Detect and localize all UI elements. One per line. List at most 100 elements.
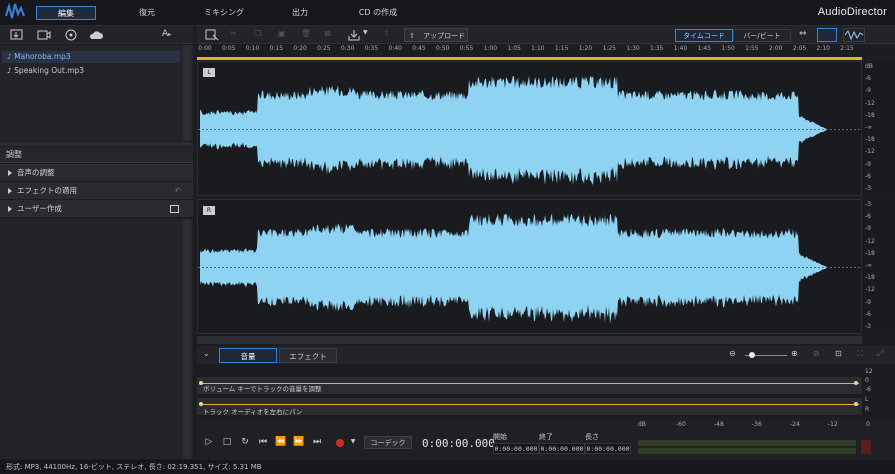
- play-icon[interactable]: ▷: [203, 436, 215, 448]
- add-preset-icon[interactable]: [170, 205, 179, 213]
- clip-indicator[interactable]: [861, 440, 871, 454]
- media-item[interactable]: ♪ Speaking Out.mp3: [7, 65, 84, 77]
- cut-icon[interactable]: ✂: [230, 29, 237, 38]
- section-apply-effect[interactable]: エフェクトの適用 ↶: [0, 182, 193, 200]
- copy-icon[interactable]: ❐: [254, 29, 261, 38]
- tab-mixing[interactable]: ミキシング: [196, 6, 252, 20]
- bar-beat-button[interactable]: バー/ビート: [733, 29, 791, 42]
- section-label: ユーザー作成: [17, 204, 62, 213]
- cloud-icon[interactable]: [89, 29, 103, 41]
- ruler-label: 2:10: [816, 45, 830, 52]
- tab-volume[interactable]: 音量: [219, 348, 277, 363]
- upload-button[interactable]: ⇧ アップロード: [404, 28, 468, 42]
- go-end-icon[interactable]: ⏭: [311, 436, 323, 448]
- media-library: ♪ Mahoroba.mp3 ♪ Speaking Out.mp3: [0, 45, 193, 141]
- length-field[interactable]: 0:00:00.000: [585, 443, 631, 454]
- waveform-shape: [200, 213, 860, 324]
- tab-restore[interactable]: 復元: [124, 6, 170, 20]
- timeline-scrollbar[interactable]: [197, 336, 862, 344]
- ruler-label: 2:05: [792, 45, 807, 52]
- zoom-selection-icon[interactable]: ⊘: [813, 349, 820, 358]
- playhead-time: 0:00:00.000: [422, 437, 495, 450]
- codec-button[interactable]: コーデック: [364, 436, 412, 449]
- ruler-label: 1:30: [626, 45, 640, 52]
- db-label: -∞: [865, 124, 873, 131]
- zoom-out-icon[interactable]: ⊖: [729, 349, 736, 358]
- ruler-label: 0:35: [364, 45, 379, 52]
- db-label: -6: [865, 75, 871, 83]
- fast-forward-icon[interactable]: ⏩: [293, 436, 305, 448]
- start-time-field[interactable]: 0:00:00.000: [493, 443, 539, 454]
- db-label: -12: [865, 286, 875, 294]
- end-label: 終了: [539, 433, 553, 441]
- selection-bar[interactable]: [197, 57, 862, 60]
- spectral-view-icon[interactable]: [817, 28, 837, 42]
- envelope-point[interactable]: [854, 381, 858, 385]
- pane-splitter[interactable]: [0, 142, 193, 146]
- pan-envelope-lane[interactable]: トラック オーディオを左右にパン: [197, 398, 862, 416]
- undo-icon[interactable]: ↶: [175, 182, 181, 200]
- media-scrollbar[interactable]: [183, 45, 191, 141]
- waveform-shape: [200, 75, 860, 185]
- ruler-label: 0:15: [269, 45, 284, 52]
- meter-label: 0: [866, 421, 870, 428]
- record-options-icon[interactable]: ▼: [347, 436, 359, 448]
- ruler-label: 0:30: [340, 45, 355, 52]
- db-scale-right: -3 -6 -9 -12 -18 -∞ -18 -12 -9 -6 -3: [862, 199, 895, 334]
- meter-label: -36: [752, 421, 762, 428]
- volume-envelope-lane[interactable]: ボリューム キーでトラックの音量を調整: [197, 377, 862, 395]
- ruler-label: 1:45: [697, 45, 712, 52]
- section-user-created[interactable]: ユーザー作成: [0, 200, 193, 218]
- fit-width-icon[interactable]: ⇔: [799, 29, 807, 39]
- text-size-button[interactable]: A▸: [162, 29, 171, 39]
- tab-cd-create[interactable]: CD の作成: [350, 6, 406, 20]
- export-icon[interactable]: [347, 29, 361, 41]
- ruler-label: 0:45: [412, 45, 426, 52]
- app-logo-icon: [5, 2, 25, 19]
- meter-label: -48: [714, 421, 724, 428]
- select-tool-icon[interactable]: [205, 29, 219, 41]
- go-start-icon[interactable]: ⏮: [257, 436, 269, 448]
- cd-import-icon[interactable]: [64, 29, 78, 41]
- zoom-slider-thumb[interactable]: [749, 352, 755, 358]
- expand-icon[interactable]: ⤢: [877, 349, 883, 359]
- channel-left[interactable]: L: [197, 61, 863, 197]
- pan-envelope-line[interactable]: [200, 404, 859, 405]
- collapse-icon[interactable]: ⌄: [203, 349, 210, 358]
- section-audio-adjust[interactable]: 音声の調整: [0, 164, 193, 182]
- timecode-button[interactable]: タイムコード: [675, 29, 733, 42]
- delete-icon[interactable]: 🗑: [301, 29, 311, 38]
- tab-edit[interactable]: 編集: [36, 6, 96, 20]
- status-bar: 形式: MP3, 44100Hz, 16-ビット, ステレオ, 長さ: 02:1…: [0, 460, 895, 474]
- waveform-view-icon[interactable]: [843, 28, 865, 42]
- fullscreen-icon[interactable]: ⛶: [857, 349, 863, 359]
- media-toolbar: A▸: [0, 26, 193, 44]
- waveform-right[interactable]: [198, 200, 863, 335]
- tab-effect[interactable]: エフェクト: [279, 348, 337, 363]
- db-label: -18: [865, 249, 875, 257]
- rewind-icon[interactable]: ⏪: [275, 436, 287, 448]
- app-title: AudioDirector: [817, 6, 887, 18]
- level-meter-right: [638, 448, 856, 454]
- tab-output[interactable]: 出力: [280, 6, 320, 20]
- stop-icon[interactable]: □: [221, 436, 233, 448]
- db-label: -18: [865, 274, 875, 282]
- loop-icon[interactable]: ↻: [239, 436, 251, 448]
- envelope-point[interactable]: [854, 402, 858, 406]
- scale-label: -6: [865, 386, 871, 393]
- paste-icon[interactable]: ▣: [278, 29, 286, 38]
- media-item[interactable]: ♪ Mahoroba.mp3: [2, 51, 180, 63]
- zoom-in-icon[interactable]: ⊕: [791, 349, 798, 358]
- record-clip-icon[interactable]: [37, 29, 51, 41]
- time-ruler[interactable]: 0:00 0:05 0:10 0:15 0:20 0:25 0:30 0:35 0:40 0:45…: [197, 45, 862, 57]
- end-time-field[interactable]: 0:00:00.000: [539, 443, 585, 454]
- zoom-fit-icon[interactable]: ⊡: [835, 349, 842, 358]
- trim-icon[interactable]: ⊠: [324, 29, 331, 38]
- share-icon[interactable]: ⇪: [383, 29, 390, 38]
- channel-right[interactable]: R: [197, 199, 863, 335]
- waveform-left[interactable]: [198, 62, 863, 197]
- import-icon[interactable]: [10, 29, 24, 41]
- chevron-down-icon[interactable]: ▼: [363, 29, 368, 36]
- adjust-scrollbar[interactable]: [183, 219, 191, 459]
- record-icon[interactable]: [336, 439, 344, 447]
